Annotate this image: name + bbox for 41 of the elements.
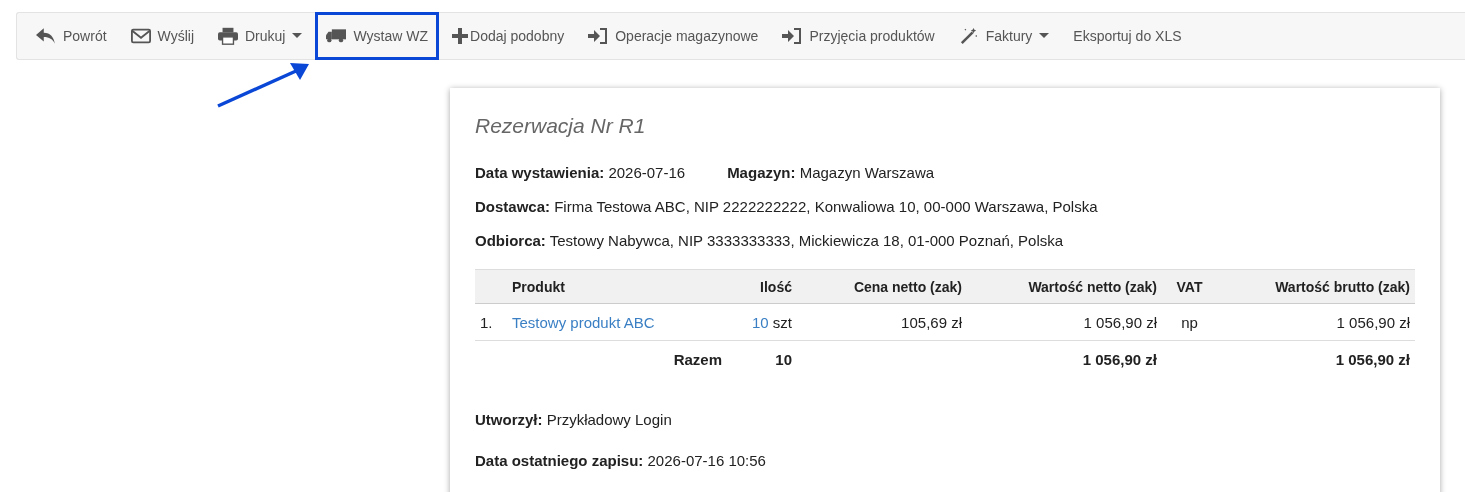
toolbar-button[interactable]: Powrót: [25, 12, 118, 60]
column-header: Wartość netto (zak): [1028, 278, 1157, 295]
reply-arrow-icon: [36, 27, 56, 45]
product-link[interactable]: Testowy produkt ABC: [512, 313, 655, 331]
sign-in-icon: [782, 27, 803, 45]
toolbar-button[interactable]: Operacje magazynowe: [577, 12, 770, 60]
column-header: VAT: [1176, 278, 1203, 295]
field-text: Magazyn: Magazyn Warszawa: [727, 164, 935, 181]
row-number: 1.: [480, 313, 493, 331]
toolbar-button[interactable]: Faktury: [947, 12, 1061, 60]
sign-in-icon: [588, 27, 609, 45]
toolbar-button[interactable]: Drukuj: [207, 12, 314, 60]
field-text: Data wystawienia: 2026-07-16: [475, 164, 686, 181]
field-text: Odbiorca: Testowy Nabywca, NIP 3333333333, Mickiewicza 18, 01-000 Poznań, Polska: [475, 232, 1064, 249]
plus-icon: [452, 28, 468, 44]
column-header: Wartość brutto (zak): [1275, 278, 1410, 295]
table-cell: 1 056,90 zł: [1335, 350, 1410, 368]
toolbar-button[interactable]: Dodaj podobny: [441, 12, 576, 60]
toolbar-button[interactable]: Przyjęcia produktów: [771, 12, 946, 60]
printer-icon: [218, 27, 238, 45]
field-text: Utworzył: Przykładowy Login: [475, 411, 672, 428]
table-cell: 105,69 zł: [901, 313, 962, 331]
field-text: Data ostatniego zapisu: 2026-07-16 10:56: [475, 452, 766, 469]
document-title: Rezerwacja Nr R1: [475, 114, 647, 138]
envelope-icon: [130, 27, 151, 45]
table-cell: 10: [775, 350, 792, 368]
field-text: Dostawca: Firma Testowa ABC, NIP 2222222222, Konwaliowa 10, 00-000 Warszawa, Polska: [475, 198, 1098, 215]
truck-icon: [326, 27, 347, 45]
quantity-link[interactable]: 10: [751, 313, 769, 331]
magic-wand-icon: [958, 27, 979, 45]
column-header: Produkt: [512, 278, 565, 295]
toolbar-button[interactable]: Wyślij: [119, 12, 205, 60]
table-cell: 1 056,90 zł: [1336, 313, 1410, 331]
column-header: Cena netto (zak): [853, 278, 962, 295]
toolbar-button[interactable]: Eksportuj do XLS: [1062, 12, 1193, 60]
table-cell: 1 056,90 zł: [1082, 350, 1157, 368]
table-cell: 1 056,90 zł: [1083, 313, 1157, 331]
unit-text: szt: [772, 313, 792, 331]
table-cell: np: [1181, 313, 1198, 331]
column-header: Ilość: [760, 278, 792, 295]
total-label: Razem: [673, 350, 722, 368]
